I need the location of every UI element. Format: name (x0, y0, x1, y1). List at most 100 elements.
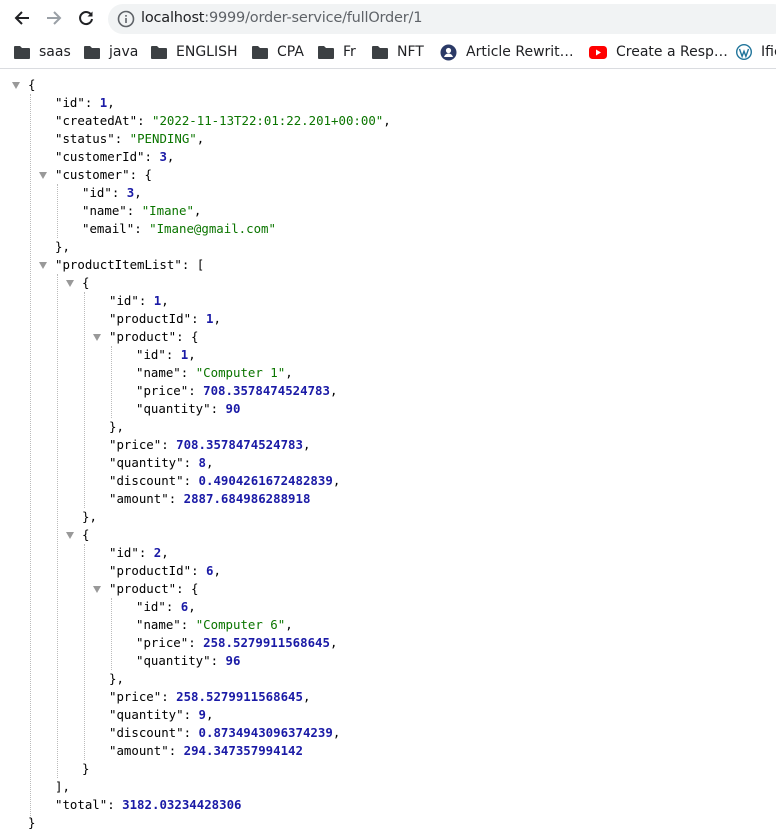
json-row-product-id: "id": 1, (136, 347, 196, 362)
json-close-brace: }, (55, 239, 70, 254)
json-row-item-id: "id": 2, (109, 545, 169, 560)
json-row-createdAt: "createdAt": "2022-11-13T22:01:22.201+00… (55, 113, 391, 128)
json-value: "Computer 6" (195, 617, 286, 632)
folder-icon (14, 45, 30, 59)
json-row-total: "total": 3182.03234428306 (55, 797, 242, 812)
json-row-customer-email: "email": "Imane@gmail.com" (82, 221, 276, 236)
indent-guide (84, 292, 85, 508)
folder-icon (252, 45, 268, 59)
bookmark-label: Fr (343, 44, 356, 60)
address-bar[interactable]: localhost:9999/order-service/fullOrder/1 (108, 4, 776, 34)
json-row-item-discount: "discount": 0.8734943096374239, (109, 725, 341, 740)
json-value: 708.3578474524783 (203, 383, 330, 398)
back-arrow-icon (14, 11, 29, 25)
collapse-toggle[interactable] (66, 532, 74, 539)
json-close-brace: }, (109, 419, 124, 434)
json-value: 258.5279911568645 (176, 689, 303, 704)
bookmark-cpa[interactable]: CPA (252, 36, 304, 68)
json-value: 3182.03234428306 (122, 797, 242, 812)
bookmark-label: Ific (761, 44, 776, 60)
json-row-item-id: "id": 1, (109, 293, 169, 308)
json-row-item-product: "product": { (109, 329, 199, 344)
collapse-toggle[interactable] (93, 586, 101, 593)
info-icon[interactable] (117, 10, 135, 32)
folder-icon (318, 45, 334, 59)
json-value: 2 (153, 545, 162, 560)
json-value: "PENDING" (129, 131, 197, 146)
json-close-brace: }, (82, 509, 97, 524)
json-value: 1 (99, 95, 108, 110)
json-row-item-amount: "amount": 294.347357994142 (109, 743, 303, 758)
collapse-toggle[interactable] (39, 262, 47, 269)
json-row-id: "id": 1, (55, 95, 115, 110)
wordpress-icon (736, 44, 752, 60)
bookmark-java[interactable]: java (84, 36, 138, 68)
json-row-customer-id: "id": 3, (82, 185, 142, 200)
bookmark-ific[interactable]: Ific (736, 36, 776, 68)
bookmark-english[interactable]: ENGLISH (151, 36, 238, 68)
json-open-brace: { (82, 275, 90, 290)
json-value: 708.3578474524783 (176, 437, 303, 452)
json-close-brace: }, (109, 671, 124, 686)
json-row-product-price: "price": 258.5279911568645, (136, 635, 338, 650)
collapse-toggle[interactable] (12, 82, 20, 89)
bookmarks-bar: saas java ENGLISH CPA Fr NFT Article Rew… (0, 36, 776, 69)
json-row-product-price: "price": 708.3578474524783, (136, 383, 338, 398)
json-value: 2887.684986288918 (183, 491, 311, 506)
reload-button[interactable] (74, 6, 98, 30)
json-value: 3 (159, 149, 167, 164)
json-row-product-name: "name": "Computer 6", (136, 617, 293, 632)
json-value: 1 (153, 293, 162, 308)
json-value: 6 (180, 599, 189, 614)
bookmark-label: NFT (397, 44, 424, 60)
article-rewriter-icon (440, 44, 457, 61)
json-value: 0.4904261672482839 (198, 473, 333, 488)
bookmark-fr[interactable]: Fr (318, 36, 356, 68)
json-close-brace: } (28, 815, 36, 830)
folder-icon (372, 45, 388, 59)
collapse-toggle[interactable] (39, 172, 47, 179)
url-path: :9999/order-service/fullOrder/1 (204, 10, 423, 26)
bookmark-label: CPA (277, 44, 304, 60)
back-button[interactable] (10, 6, 34, 30)
indent-guide (84, 544, 85, 760)
bookmark-article-rewriter[interactable]: Article Rewrit… (440, 36, 574, 68)
forward-button[interactable] (42, 6, 66, 30)
json-row-customer-name: "name": "Imane", (82, 203, 202, 218)
json-value: "Imane@gmail.com" (149, 221, 276, 236)
json-value: "Imane" (141, 203, 194, 218)
json-row-item-productId: "productId": 6, (109, 563, 221, 578)
json-row-product-quantity: "quantity": 96 (136, 653, 241, 668)
json-value: 0.8734943096374239 (198, 725, 333, 740)
bookmark-label: saas (39, 44, 71, 60)
json-close-bracket: ], (55, 779, 70, 794)
reload-icon (79, 11, 93, 26)
collapse-toggle[interactable] (66, 280, 74, 287)
indent-guide (111, 346, 112, 418)
json-value: 90 (225, 401, 241, 416)
collapse-toggle[interactable] (93, 334, 101, 341)
indent-guide (111, 598, 112, 670)
json-row-product-quantity: "quantity": 90 (136, 401, 241, 416)
bookmark-create-a-resp[interactable]: Create a Resp… (589, 36, 728, 68)
json-open-brace: { (28, 77, 36, 92)
bookmark-label: Article Rewrit… (466, 44, 574, 60)
bookmark-saas[interactable]: saas (14, 36, 71, 68)
youtube-icon (589, 45, 607, 59)
url-host: localhost (141, 10, 205, 26)
bookmark-label: ENGLISH (176, 44, 238, 60)
json-value: "Computer 1" (195, 365, 286, 380)
indent-guide (30, 94, 31, 820)
json-row-customer: "customer": { (55, 167, 152, 182)
json-row-status: "status": "PENDING", (55, 131, 205, 146)
bookmark-nft[interactable]: NFT (372, 36, 424, 68)
json-value: 1 (180, 347, 189, 362)
json-row-item-productId: "productId": 1, (109, 311, 221, 326)
bookmark-label: java (109, 44, 139, 60)
json-viewer: { "id": 1, "createdAt": "2022-11-13T22:0… (0, 76, 776, 831)
json-row-item-discount: "discount": 0.4904261672482839, (109, 473, 341, 488)
browser-toolbar: localhost:9999/order-service/fullOrder/1 (0, 0, 776, 36)
json-row-item-quantity: "quantity": 9, (109, 707, 214, 722)
forward-arrow-icon (47, 11, 62, 25)
json-value: 9 (198, 707, 206, 722)
